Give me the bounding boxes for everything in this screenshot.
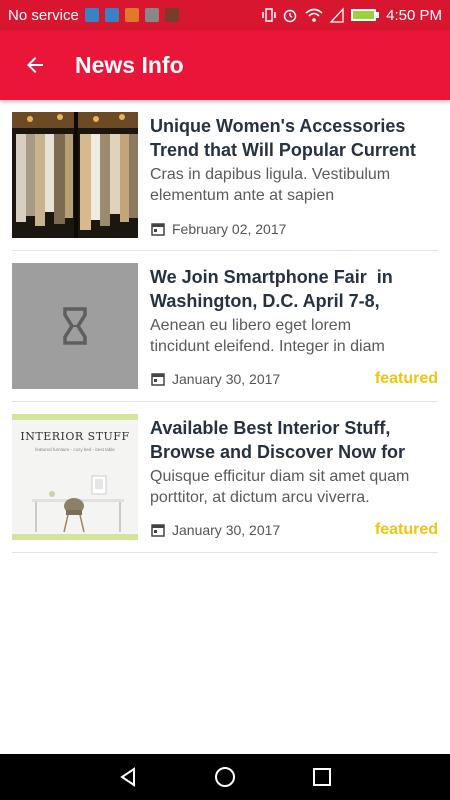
article-excerpt: Cras in dapibus ligula. Vestibulum eleme… [150, 166, 391, 204]
article-excerpt: Aenean eu libero eget lorem tincidunt el… [150, 317, 385, 355]
article-title: Unique Women's Accessories Trend that Wi… [150, 116, 416, 160]
nav-back-icon[interactable] [116, 765, 140, 789]
nav-recents-icon[interactable] [310, 765, 334, 789]
clock-label: 4:50 PM [386, 6, 442, 24]
article-date: January 30, 2017 [172, 522, 281, 538]
article-excerpt: Quisque efficitur diam sit amet quam por… [150, 468, 410, 506]
news-list: Unique Women's Accessories Trend that Wi… [12, 100, 438, 553]
news-item[interactable]: Unique Women's Accessories Trend that Wi… [12, 100, 438, 251]
news-item[interactable]: INTERIOR STUFF featured furniture - cozy… [12, 402, 438, 553]
wifi-icon [305, 8, 323, 22]
back-button[interactable] [0, 30, 70, 100]
system-nav-bar [0, 754, 450, 800]
signal-icon [330, 7, 344, 23]
article-meta: February 02, 2017 [150, 221, 438, 237]
image-notification-icon [144, 8, 159, 22]
article-title: We Join Smartphone Fair in Washington, D… [150, 267, 393, 311]
article-thumbnail: INTERIOR STUFF featured furniture - cozy… [12, 414, 138, 540]
article-meta: January 30, 2017 featured [150, 521, 438, 539]
article-meta: January 30, 2017 featured [150, 370, 438, 388]
clothing-rack-image [12, 112, 138, 238]
page-title: News Info [75, 51, 184, 78]
vibrate-icon [262, 8, 276, 22]
featured-badge: featured [374, 521, 438, 538]
article-thumbnail [12, 263, 138, 389]
article-date: January 30, 2017 [172, 371, 281, 387]
carrier-label: No service [8, 6, 79, 24]
calendar-icon [151, 223, 165, 236]
news-item[interactable]: We Join Smartphone Fair in Washington, D… [12, 251, 438, 402]
arrow-left-icon [27, 57, 43, 73]
app-notification-icon [124, 8, 139, 22]
calendar-icon [151, 524, 165, 537]
hourglass-icon [63, 307, 87, 345]
desk-chair-image [32, 475, 124, 533]
featured-badge: featured [374, 370, 438, 387]
article-date: February 02, 2017 [172, 221, 287, 237]
app-bar: News Info [0, 30, 450, 100]
location-notification-icon [84, 8, 99, 22]
article-thumbnail [12, 112, 138, 238]
article-title: Available Best Interior Stuff, Browse an… [150, 418, 406, 462]
status-bar: No service 4:50 PM [0, 0, 450, 30]
usb-notification-icon [104, 8, 119, 22]
calendar-icon [151, 373, 165, 386]
nav-home-icon[interactable] [213, 765, 237, 789]
battery-icon [351, 9, 380, 21]
photo-notification-icon [164, 8, 179, 22]
alarm-icon [283, 9, 297, 23]
